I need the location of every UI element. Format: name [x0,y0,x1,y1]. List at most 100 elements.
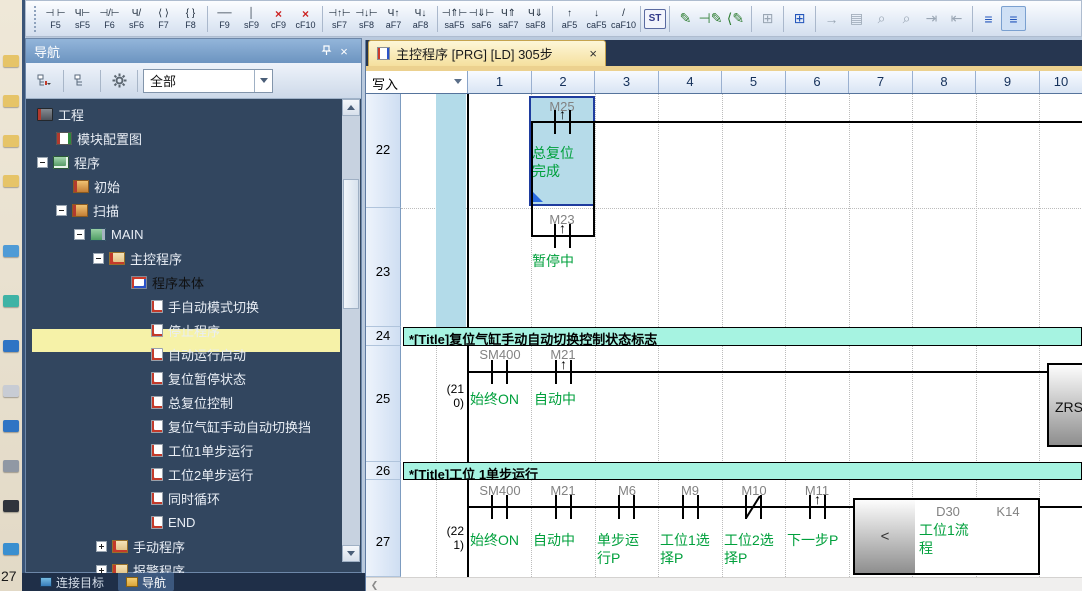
edit-device-comment-button[interactable]: ✎ [673,6,698,31]
delete-row-button[interactable]: ⇤ [944,6,969,31]
horizontal-scrollbar[interactable]: ❮ [366,577,1082,591]
toolbar-button-falling-pulse-branch[interactable]: Ч↓aF8 [407,3,434,35]
ladder-contact-closed[interactable] [735,487,772,527]
tree-item-manual-program[interactable]: 手动程序 [96,534,185,558]
tree-view-mode-button[interactable] [32,69,58,93]
toolbar-button-vertical-line[interactable]: │sF9 [238,3,265,35]
desktop-icon[interactable] [3,295,19,307]
ladder-contact-open[interactable] [481,487,518,527]
desktop-icon[interactable] [3,95,19,107]
ladder-contact-rising-pulse[interactable] [545,352,582,392]
toolbar-button-delete-vertical-line[interactable]: ×cF10 [292,3,319,35]
gear-icon[interactable] [106,69,132,93]
toolbar-button-delete-line[interactable]: /caF10 [610,3,637,35]
ladder-contact-open[interactable] [672,487,709,527]
toolbar-button-open-contact[interactable]: ⊣ ⊢F5 [42,3,69,35]
tree-item-program-body[interactable]: 程序本体 [131,270,204,294]
toolbar-button-invert-result[interactable]: ↑aF5 [556,3,583,35]
toolbar-button-application-instruction[interactable]: { }F8 [177,3,204,35]
desktop-icon[interactable] [3,175,19,187]
toolbar-button-rising-pulse-branch[interactable]: Ч↑aF7 [380,3,407,35]
rung-number-cell[interactable]: 25 [366,346,401,462]
find-instruction-button[interactable]: ⌕ [894,6,919,31]
tree-item-initial[interactable]: 初始 [73,174,120,198]
pin-icon[interactable] [317,44,335,59]
inline-st-box-button[interactable]: ST [644,9,666,29]
tree-item-end[interactable]: END [151,510,195,534]
tree-item-reset-cylinder-switch[interactable]: 复位气缸手动自动切换挡 [151,414,311,438]
rung-number-cell[interactable]: 23 [366,208,401,327]
collapse-expander-icon[interactable] [74,229,85,240]
toolbar-button-open-branch[interactable]: Ч⊢sF5 [69,3,96,35]
ladder-contact-rising-pulse[interactable] [544,216,581,256]
collapse-expander-icon[interactable] [93,253,104,264]
desktop-icon[interactable] [3,340,19,352]
jump-button[interactable]: → [819,6,844,31]
toolbar-button-coil[interactable]: ⟨ ⟩F7 [150,3,177,35]
ladder-contact-rising-pulse[interactable] [544,102,581,142]
statement-title-row[interactable]: *[Title]复位气缸手动自动切换控制状态标志 [403,327,1082,346]
ladder-contact-rising-pulse[interactable] [799,487,836,527]
desktop-icon[interactable] [3,245,19,257]
tree-item-program[interactable]: 程序 [37,150,100,174]
tree-item-simultaneous-cycle[interactable]: 同时循环 [151,486,220,510]
rung-number-cell[interactable]: 22 [366,94,401,208]
desktop-icon[interactable] [3,500,19,512]
tree-item-station2-single-step[interactable]: 工位2单步运行 [151,462,253,486]
desktop-icon[interactable] [3,420,19,432]
ladder-contact-open[interactable] [545,487,582,527]
tab-navigation[interactable]: 导航 [118,573,174,591]
toolbar-button-falling-pulse-close-branch[interactable]: Ч⇓saF8 [522,3,549,35]
tree-filter-select[interactable]: 全部 [143,69,273,93]
desktop-icon[interactable] [3,135,19,147]
desktop-icon[interactable] [3,543,19,555]
toolbar-button-falling-pulse[interactable]: ⊣↓⊢sF8 [353,3,380,35]
device-comment-table-button[interactable]: ⊞ [787,6,812,31]
statement-title-row[interactable]: *[Title]工位 1单步运行 [403,462,1082,480]
tree-item-manual-auto-mode-switch[interactable]: 手自动模式切换 [151,294,259,318]
toolbar-button-closed-contact[interactable]: ⊣/⊢F6 [96,3,123,35]
edit-mode-cell[interactable]: 写入 [366,71,468,93]
device-memory-button[interactable]: ⊞ [755,6,780,31]
instruction-block-zrst[interactable]: ZRS [1047,363,1082,447]
collapse-expander-icon[interactable] [56,205,67,216]
document-tab-main-control-program[interactable]: 主控程序 [PRG] [LD] 305步 × [368,40,606,66]
tree-item-module-configuration[interactable]: 模块配置图 [56,126,142,150]
comparison-instruction-block[interactable]: < D30 工位1流程 K14 [853,498,1040,575]
scroll-up-button[interactable] [342,99,360,116]
tree-item-stop-program[interactable]: 停止程序 [151,318,220,342]
expand-expander-icon[interactable] [96,541,107,552]
desktop-icon[interactable] [3,460,19,472]
rung-number-cell[interactable]: 26 [366,462,401,480]
tab-connection-destination[interactable]: 连接目标 [32,573,112,591]
toolbar-drag-handle[interactable] [34,6,38,32]
desktop-icon[interactable] [3,385,19,397]
ladder-contact-open[interactable] [608,487,645,527]
tree-item-alarm-program[interactable]: 报警程序 [96,558,185,574]
toolbar-button-rising-pulse[interactable]: ⊣↑⊢sF7 [326,3,353,35]
tree-item-scan[interactable]: 扫描 [56,198,119,222]
ladder-display-button[interactable]: ≡ [1001,6,1026,31]
ladder-canvas[interactable]: 22 23 24 25 26 27 M25 总复位完成 M23 暂停中 *[Ti… [366,94,1082,577]
tree-item-main-control-program[interactable]: 主控程序 [93,246,182,270]
toolbar-button-horizontal-line[interactable]: ──F9 [211,3,238,35]
tree-item-total-reset-control[interactable]: 总复位控制 [151,390,233,414]
scroll-down-button[interactable] [342,545,360,562]
ladder-contact-open[interactable] [481,352,518,392]
close-icon[interactable]: × [335,44,353,59]
edit-statement-button[interactable]: ⊣✎ [698,6,723,31]
tab-close-icon[interactable]: × [589,46,597,61]
collapse-expander-icon[interactable] [37,157,48,168]
tree-item-station1-single-step[interactable]: 工位1单步运行 [151,438,253,462]
tree-item-auto-run-start[interactable]: 自动运行启动 [151,342,246,366]
find-device-button[interactable]: ⌕ [869,6,894,31]
program-list-button[interactable]: ▤ [844,6,869,31]
tree-scrollbar[interactable] [342,99,360,562]
scroll-left-button[interactable]: ❮ [368,579,381,591]
collapse-all-button[interactable] [69,69,95,93]
tree-item-project[interactable]: 工程 [37,102,84,126]
scrollbar-thumb[interactable] [343,179,359,309]
ladder-block-list-button[interactable]: ≡ [976,6,1001,31]
toolbar-button-pulse-conversion[interactable]: ↓caF5 [583,3,610,35]
chevron-down-icon[interactable] [254,70,272,92]
